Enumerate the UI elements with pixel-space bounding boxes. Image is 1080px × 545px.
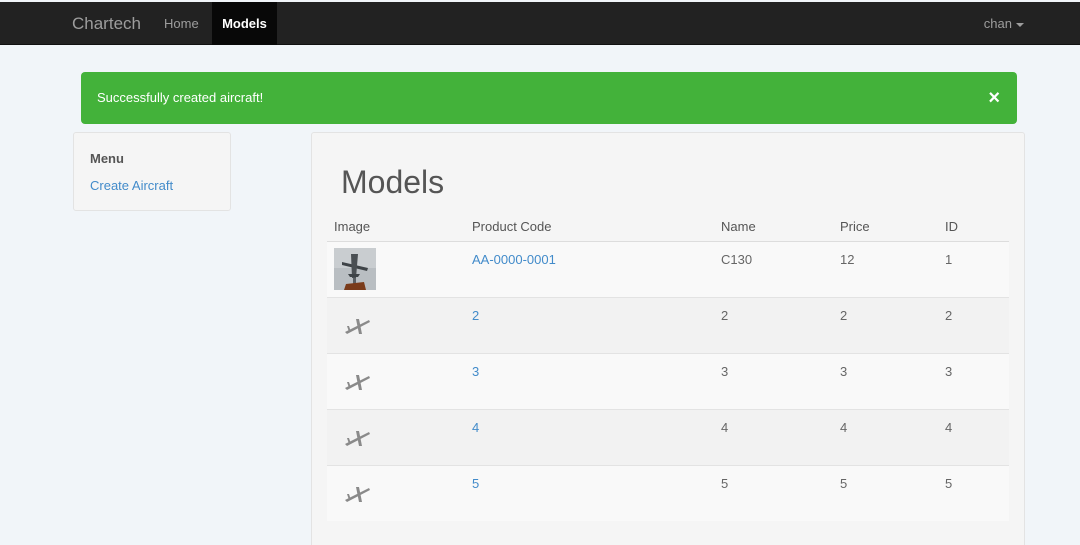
name-cell: 4 [714, 408, 833, 465]
plane-icon [345, 430, 370, 446]
models-table: Image Product Code Name Price ID AA-0000… [327, 213, 1009, 521]
image-cell [327, 296, 465, 353]
id-cell: 3 [938, 352, 1009, 409]
column-header-product-code: Product Code [465, 213, 714, 242]
name-cell: C130 [714, 240, 833, 297]
image-cell [327, 240, 465, 297]
price-cell: 2 [833, 296, 938, 353]
nav-home[interactable]: Home [152, 2, 211, 45]
price-cell: 4 [833, 408, 938, 465]
column-header-image: Image [327, 213, 465, 242]
sidebar-menu: Menu Create Aircraft [73, 132, 231, 211]
name-cell: 2 [714, 296, 833, 353]
sidebar-title: Menu [90, 151, 124, 166]
close-icon[interactable]: × [988, 72, 1000, 124]
top-navbar: Chartech Home Models chan [0, 2, 1080, 45]
product-code-link[interactable]: 2 [472, 308, 479, 323]
sidebar-item-create-aircraft[interactable]: Create Aircraft [90, 178, 173, 193]
aircraft-photo-thumbnail [334, 247, 376, 290]
product-code-cell: 3 [465, 352, 714, 409]
id-cell: 5 [938, 464, 1009, 521]
product-code-cell: 4 [465, 408, 714, 465]
plane-icon [345, 318, 370, 334]
brand-logo[interactable]: Chartech [72, 2, 141, 45]
column-header-name: Name [714, 213, 833, 242]
name-cell: 3 [714, 352, 833, 409]
product-code-link[interactable]: 3 [472, 364, 479, 379]
nav-models[interactable]: Models [212, 2, 277, 45]
user-menu-dropdown[interactable]: chan [984, 2, 1024, 45]
table-row: 5 5 5 5 [327, 464, 1009, 521]
table-header-row: Image Product Code Name Price ID [327, 213, 1009, 242]
plane-icon [345, 374, 370, 390]
product-code-link[interactable]: AA-0000-0001 [472, 252, 556, 267]
id-cell: 4 [938, 408, 1009, 465]
page-title: Models [341, 164, 445, 200]
table-row: AA-0000-0001 C130 12 1 [327, 240, 1009, 297]
caret-down-icon [1016, 22, 1024, 27]
models-panel: Models Image Product Code Name Price ID [311, 132, 1025, 545]
table-row: 3 3 3 3 [327, 352, 1009, 409]
product-code-cell: 5 [465, 464, 714, 521]
table-row: 4 4 4 4 [327, 408, 1009, 465]
price-cell: 5 [833, 464, 938, 521]
image-cell [327, 408, 465, 465]
success-alert: Successfully created aircraft! × [81, 72, 1017, 124]
product-code-link[interactable]: 4 [472, 420, 479, 435]
image-cell [327, 464, 465, 521]
alert-message: Successfully created aircraft! [97, 90, 264, 105]
price-cell: 3 [833, 352, 938, 409]
id-cell: 1 [938, 240, 1009, 297]
table-row: 2 2 2 2 [327, 296, 1009, 353]
plane-icon [345, 486, 370, 502]
column-header-price: Price [833, 213, 938, 242]
id-cell: 2 [938, 296, 1009, 353]
product-code-cell: 2 [465, 296, 714, 353]
price-cell: 12 [833, 240, 938, 297]
image-cell [327, 352, 465, 409]
name-cell: 5 [714, 464, 833, 521]
product-code-link[interactable]: 5 [472, 476, 479, 491]
column-header-id: ID [938, 213, 1009, 242]
user-name: chan [983, 16, 1012, 31]
product-code-cell: AA-0000-0001 [465, 240, 714, 297]
